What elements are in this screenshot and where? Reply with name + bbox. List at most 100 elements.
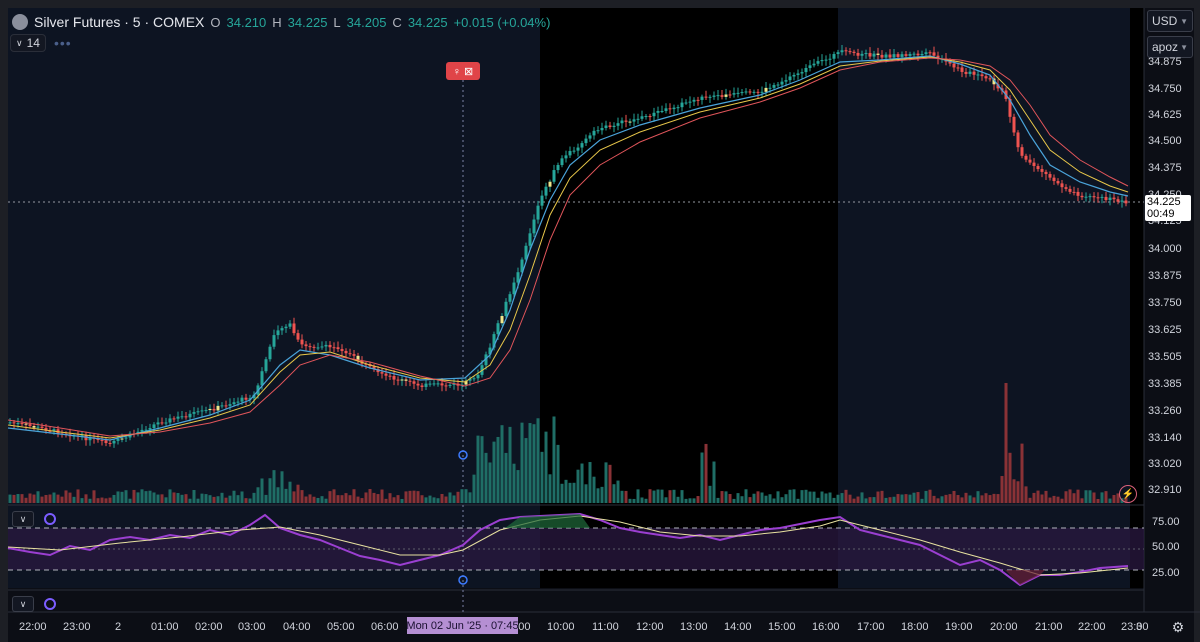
- rsi-visibility-icon[interactable]: [44, 513, 56, 525]
- time-tick-label: 23:00: [63, 621, 91, 633]
- candle-body: [40, 426, 44, 428]
- volume-bar: [696, 496, 700, 503]
- candle-body: [1104, 196, 1108, 201]
- volume-bar: [588, 462, 592, 503]
- volume-bar: [976, 491, 980, 503]
- volume-bar: [1008, 452, 1012, 503]
- candle-body: [704, 96, 708, 98]
- volume-bar: [720, 491, 724, 503]
- candle-body: [592, 130, 596, 136]
- volume-bar: [344, 493, 348, 503]
- more-dots-icon[interactable]: •••: [54, 35, 72, 51]
- candle-body: [408, 380, 412, 382]
- volume-bar: [516, 470, 520, 503]
- candle-body: [104, 440, 108, 444]
- volume-bar: [36, 491, 40, 503]
- candle-body: [160, 422, 164, 424]
- silver-icon: [12, 14, 28, 30]
- candle-body: [632, 119, 636, 122]
- volume-bar: [368, 489, 372, 503]
- volume-bar: [828, 492, 832, 503]
- volume-bar: [728, 493, 732, 503]
- bottom-pane-controls: ∨: [12, 596, 56, 612]
- price-tick-label: 34.500: [1148, 135, 1182, 147]
- candle-body: [804, 67, 808, 73]
- volume-bar: [332, 489, 336, 503]
- volume-bar: [212, 496, 216, 503]
- volume-bar: [632, 498, 636, 503]
- currency-select[interactable]: USD ▼: [1147, 10, 1193, 32]
- volume-bar: [432, 497, 436, 503]
- candle-body: [864, 53, 868, 55]
- last-price-value: 34.225: [1147, 196, 1181, 208]
- volume-bar: [856, 496, 860, 503]
- volume-bar: [196, 498, 200, 503]
- candle-body: [564, 155, 568, 159]
- volume-bar: [552, 416, 556, 503]
- candle-body: [400, 379, 404, 381]
- candle-body: [352, 354, 356, 356]
- time-tick-label: 17:00: [857, 621, 885, 633]
- volume-bar: [312, 496, 316, 503]
- candle-body: [36, 426, 40, 428]
- low-value: 34.205: [346, 14, 387, 30]
- candle-body: [904, 54, 908, 56]
- volume-bar: [1092, 492, 1096, 503]
- alert-flag[interactable]: ♀ ⊠: [446, 62, 480, 80]
- volume-bar: [104, 498, 108, 503]
- bottom-collapse-button[interactable]: ∨: [12, 596, 34, 612]
- candle-body: [656, 111, 660, 113]
- open-value: 34.210: [226, 14, 267, 30]
- time-tick-label: 12:00: [636, 621, 664, 633]
- indicator-collapse-button[interactable]: ∨ 14: [10, 34, 46, 52]
- volume-bar: [180, 494, 184, 503]
- candle-body: [816, 61, 820, 64]
- price-chart[interactable]: [0, 0, 1200, 642]
- volume-bar: [496, 436, 500, 503]
- volume-bar: [476, 435, 480, 503]
- bottom-visibility-icon[interactable]: [44, 598, 56, 610]
- candle-body: [952, 63, 956, 68]
- volume-bar: [1056, 496, 1060, 503]
- candle-body: [268, 346, 272, 360]
- candle-body: [508, 294, 512, 302]
- lightning-icon[interactable]: ⚡: [1119, 485, 1137, 503]
- volume-bar: [156, 494, 160, 503]
- volume-bar: [676, 496, 680, 503]
- candle-body: [204, 410, 208, 412]
- volume-bar: [208, 495, 212, 503]
- crosshair-time-label: Mon 02 Jun '25 · 07:45: [406, 617, 519, 634]
- volume-bar: [1032, 492, 1036, 503]
- volume-bar: [488, 462, 492, 503]
- candle-body: [720, 95, 724, 97]
- volume-bar: [276, 487, 280, 503]
- volume-bar: [400, 498, 404, 503]
- candle-body: [308, 346, 312, 348]
- volume-bar: [756, 491, 760, 503]
- close-key: C: [392, 14, 402, 30]
- gear-icon[interactable]: ⚙: [1170, 619, 1186, 635]
- rsi-collapse-button[interactable]: ∨: [12, 511, 34, 527]
- candle-body: [212, 408, 216, 411]
- candle-body: [896, 54, 900, 57]
- candle-body: [928, 52, 932, 54]
- candle-body: [988, 78, 992, 80]
- volume-bar: [328, 491, 332, 503]
- candle-body: [1096, 197, 1100, 199]
- candle-body: [344, 350, 348, 354]
- volume-bar: [1048, 497, 1052, 503]
- symbol-title[interactable]: Silver Futures · 5 · COMEX: [34, 14, 204, 30]
- account-select[interactable]: apoz ▼: [1147, 36, 1193, 58]
- candle-body: [284, 326, 288, 329]
- volume-bar: [92, 490, 96, 503]
- volume-bar: [964, 492, 968, 503]
- candle-body: [892, 54, 896, 58]
- volume-bar: [360, 498, 364, 503]
- candle-body: [504, 301, 508, 316]
- candle-body: [1092, 196, 1096, 198]
- volume-bar: [968, 495, 972, 503]
- candle-body: [728, 94, 732, 96]
- volume-bar: [704, 443, 708, 503]
- volume-bar: [860, 492, 864, 503]
- price-tick-label: 33.260: [1148, 405, 1182, 417]
